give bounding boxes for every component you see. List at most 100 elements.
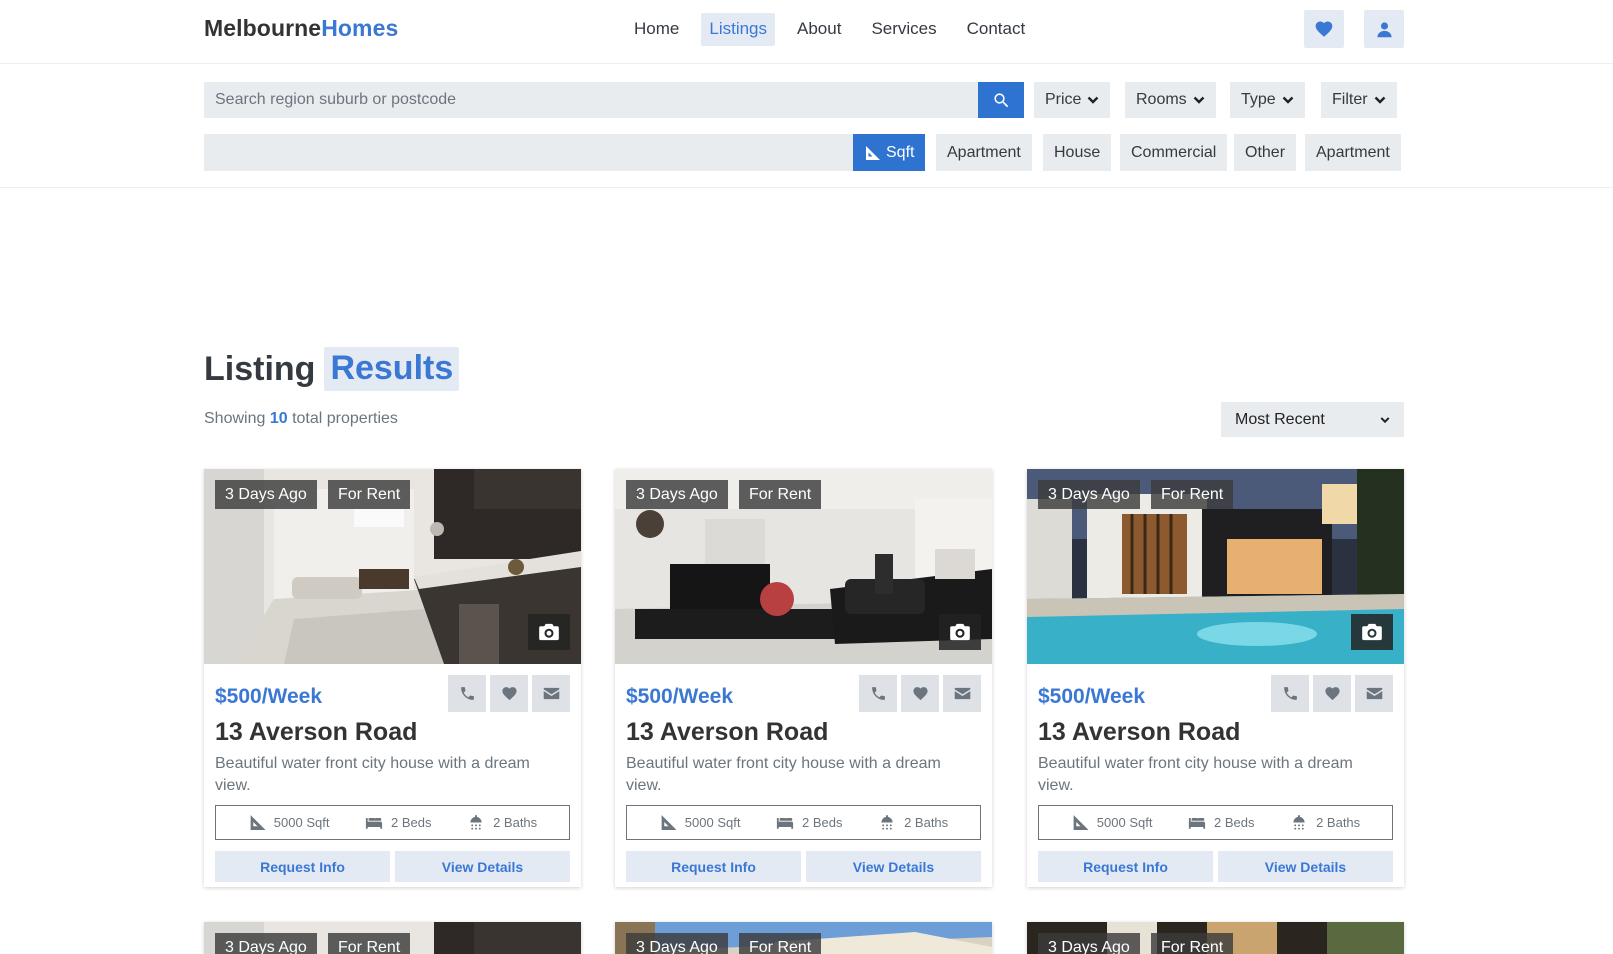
spec-area: 5000 Sqft [1071,814,1153,831]
listing-actions [1271,675,1393,712]
ruler-triangle-icon [661,815,677,830]
shower-icon [1293,814,1305,830]
listing-body: $500/Week 13 Averson Road Beautiful wate… [204,664,581,882]
heart-icon [912,687,928,701]
results-count: Showing 10 total properties [204,410,398,428]
brand-name-part1: Melbourne [204,15,322,41]
listing-status-badge: For Rent [1151,480,1234,509]
request-info-button[interactable]: Request Info [215,851,390,882]
chip-commercial[interactable]: Commercial [1120,134,1228,171]
chevron-down-icon [1088,96,1099,104]
view-details-button[interactable]: View Details [1218,851,1393,882]
spec-area-value: 5000 Sqft [1096,815,1153,830]
ruler-triangle-icon [1073,815,1089,830]
price-dropdown[interactable]: Price [1034,82,1111,118]
request-info-button[interactable]: Request Info [626,851,801,882]
spec-baths: 2 Baths [1290,814,1360,831]
top-navbar: MelbourneHomes Home Listings About Servi… [0,0,1613,64]
chip-sqft[interactable]: Sqft [853,134,926,171]
chevron-down-icon [1380,416,1390,423]
listing-specs: 5000 Sqft 2 Beds 2 Baths [1038,805,1393,840]
favorite-button[interactable] [1313,675,1351,712]
listing-status-badge: For Rent [328,933,411,954]
search-section: Price Rooms Type Filter Sqft Apartment H… [0,64,1613,188]
rooms-dropdown[interactable]: Rooms [1125,82,1216,118]
spec-baths: 2 Baths [467,814,537,831]
spec-area-value: 5000 Sqft [273,815,330,830]
heart-icon [501,687,517,701]
view-details-button[interactable]: View Details [395,851,570,882]
chip-apartment-2[interactable]: Apartment [1305,134,1401,171]
gallery-button[interactable] [939,614,981,650]
account-button[interactable] [1364,10,1404,48]
call-button[interactable] [859,675,897,712]
listing-card: 3 Days Ago For Rent $500/Week 13 Averson… [1027,469,1404,887]
filter-dropdown[interactable]: Filter [1321,82,1397,118]
spec-baths-value: 2 Baths [1316,815,1361,830]
rooms-dropdown-label: Rooms [1136,91,1187,108]
phone-icon [460,687,474,700]
chip-other[interactable]: Other [1234,134,1297,171]
listing-photo-pool[interactable]: 3 Days Ago For Rent [1027,469,1404,664]
request-info-button[interactable]: Request Info [1038,851,1213,882]
phone-icon [1283,687,1297,700]
sort-select[interactable]: Most Recent [1221,402,1404,437]
page-title: Listing Results [204,347,460,391]
bed-icon [365,818,383,829]
listing-card-partial[interactable]: 3 Days Ago For Rent [615,922,992,954]
shower-icon [470,814,482,830]
listing-body: $500/Week 13 Averson Road Beautiful wate… [1027,664,1404,882]
listing-status-badge: For Rent [739,480,822,509]
gallery-button[interactable] [1351,614,1393,650]
chevron-down-icon [1193,96,1205,104]
listing-body: $500/Week 13 Averson Road Beautiful wate… [615,664,992,882]
email-button[interactable] [532,675,570,712]
spec-beds-value: 2 Beds [391,815,432,830]
call-button[interactable] [1271,675,1309,712]
chevron-down-icon [1374,96,1385,104]
listing-age-badge: 3 Days Ago [215,480,317,509]
bed-icon [776,818,794,829]
listing-address: 13 Averson Road [1038,718,1241,746]
listing-description: Beautiful water front city house with a … [215,755,530,794]
favorite-button[interactable] [901,675,939,712]
listing-photo-kitchen[interactable]: 3 Days Ago For Rent [204,469,581,664]
view-details-button[interactable]: View Details [806,851,981,882]
main-nav: Home Listings About Services Contact [626,13,1033,46]
listing-card-partial[interactable]: 3 Days Ago For Rent [204,922,581,954]
nav-home[interactable]: Home [626,13,687,46]
email-button[interactable] [1355,675,1393,712]
nav-listings[interactable]: Listings [701,13,775,46]
envelope-icon [954,687,970,700]
listing-age-badge: 3 Days Ago [626,480,728,509]
type-dropdown[interactable]: Type [1230,82,1305,118]
brand-logo[interactable]: MelbourneHomes [204,15,398,42]
chip-house[interactable]: House [1043,134,1112,171]
listing-buttons: Request Info View Details [626,851,981,882]
nav-contact[interactable]: Contact [959,13,1034,46]
email-button[interactable] [943,675,981,712]
nav-services[interactable]: Services [863,13,944,46]
favorites-button[interactable] [1304,10,1344,48]
spec-baths-value: 2 Baths [904,815,949,830]
spec-beds-value: 2 Beds [802,815,843,830]
camera-icon [950,623,970,641]
heart-icon [1315,21,1333,37]
listing-card-partial[interactable]: 3 Days Ago For Rent [1027,922,1404,954]
spec-beds-value: 2 Beds [1214,815,1255,830]
listing-photo-living[interactable]: 3 Days Ago For Rent [615,469,992,664]
camera-icon [539,623,559,641]
chip-apartment[interactable]: Apartment [936,134,1032,171]
listing-specs: 5000 Sqft 2 Beds 2 Baths [626,805,981,840]
call-button[interactable] [448,675,486,712]
favorite-button[interactable] [490,675,528,712]
filter-dropdown-label: Filter [1332,91,1368,108]
listing-actions [859,675,981,712]
gallery-button[interactable] [528,614,570,650]
listing-age-badge: 3 Days Ago [626,933,728,954]
search-button[interactable] [978,82,1024,118]
listing-age-badge: 3 Days Ago [1038,480,1140,509]
nav-about[interactable]: About [789,13,849,46]
search-input[interactable] [204,82,978,118]
envelope-icon [1366,687,1382,700]
